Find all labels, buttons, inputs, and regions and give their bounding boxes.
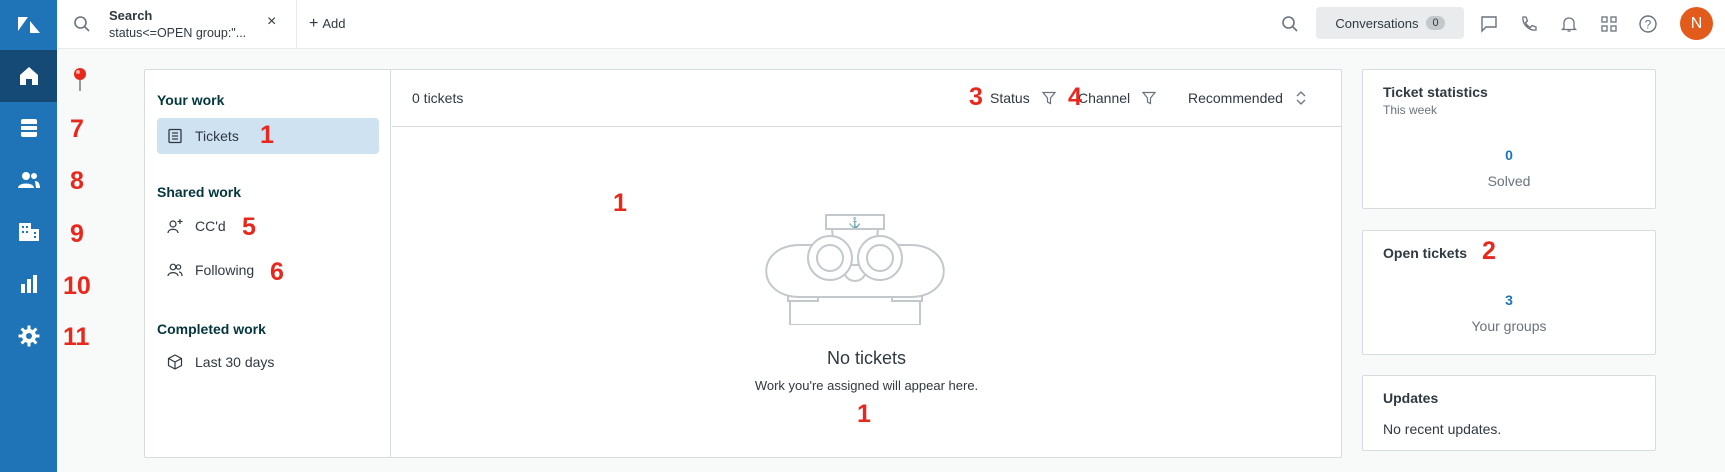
- your-work-heading: Your work: [157, 92, 225, 108]
- search-tab-title: Search: [109, 8, 153, 23]
- view-ccd-label: CC'd: [195, 218, 226, 234]
- sort-label: Recommended: [1188, 90, 1283, 106]
- open-tickets-title: Open tickets: [1383, 245, 1468, 261]
- nav-customers[interactable]: [0, 154, 57, 206]
- svg-text:?: ?: [1645, 18, 1652, 32]
- annotation-status: 3: [969, 83, 983, 111]
- nav-organizations[interactable]: [0, 206, 57, 258]
- help-button[interactable]: ?: [1637, 13, 1659, 35]
- close-icon[interactable]: ×: [267, 13, 276, 31]
- status-filter[interactable]: Status: [990, 90, 1056, 106]
- empty-state-title: No tickets: [826, 348, 907, 368]
- customers-icon: [17, 172, 40, 188]
- annotation-nav-customers: 8: [70, 167, 84, 195]
- view-tickets-label: Tickets: [195, 128, 239, 144]
- annotation-empty-state: 1: [857, 400, 871, 428]
- person-add-icon: [167, 219, 183, 234]
- help-icon: ?: [1639, 15, 1657, 33]
- ticket-statistics-card: Ticket statistics This week 0 Solved: [1362, 69, 1656, 209]
- annotation-channel: 4: [1068, 83, 1082, 111]
- annotation-nav-organizations: 9: [70, 220, 84, 248]
- empty-state-subtitle: Work you're assigned will appear here.: [754, 378, 979, 393]
- add-button[interactable]: + Add: [309, 15, 345, 33]
- ticket-list: 0 tickets Status Channel Recommended ⚓ N…: [392, 70, 1341, 457]
- completed-work-heading: Completed work: [157, 321, 266, 337]
- people-icon: [167, 263, 183, 277]
- apps-grid-icon: [1601, 16, 1617, 32]
- open-tickets-card: Open tickets 3 Your groups: [1362, 230, 1656, 355]
- left-nav: [0, 0, 57, 472]
- open-tickets-label: Your groups: [1471, 318, 1547, 334]
- updates-title: Updates: [1383, 390, 1439, 406]
- search-tab[interactable]: Search status<=OPEN group:"... ×: [57, 0, 297, 49]
- top-bar: Search status<=OPEN group:"... × + Add Co…: [57, 0, 1725, 49]
- plus-icon: +: [309, 15, 319, 32]
- phone-icon: [1522, 16, 1537, 31]
- phone-button[interactable]: [1518, 13, 1540, 35]
- add-label: Add: [322, 16, 346, 31]
- conversations-button[interactable]: Conversations 0: [1316, 7, 1464, 39]
- nav-home[interactable]: [0, 50, 57, 102]
- status-filter-label: Status: [990, 90, 1030, 106]
- nav-admin[interactable]: [0, 310, 57, 362]
- admin-gear-icon: [18, 325, 39, 347]
- channel-filter-label: Channel: [1078, 90, 1131, 106]
- nav-reporting[interactable]: [0, 258, 57, 310]
- organizations-icon: [18, 223, 39, 241]
- filter-icon: [1041, 91, 1056, 105]
- ticket-list-header: 0 tickets Status Channel Recommended: [392, 70, 1341, 127]
- annotation-tickets: 1: [260, 121, 274, 149]
- conversations-label: Conversations: [1335, 15, 1419, 31]
- view-ccd[interactable]: CC'd: [157, 208, 379, 244]
- annotation-list: 1: [613, 189, 627, 217]
- annotation-open-tickets: 2: [1482, 237, 1496, 265]
- search-icon: [1282, 16, 1298, 32]
- ticket-statistics-title: Ticket statistics: [1383, 84, 1488, 100]
- ticket-count: 0 tickets: [412, 90, 464, 106]
- conversations-count-badge: 0: [1426, 16, 1445, 30]
- global-search-button[interactable]: [1279, 13, 1301, 35]
- view-last-30-days[interactable]: Last 30 days: [157, 344, 379, 380]
- channel-filter[interactable]: Channel: [1078, 90, 1157, 106]
- chat-icon: [1481, 16, 1497, 33]
- user-avatar[interactable]: N: [1680, 7, 1713, 40]
- view-following[interactable]: Following: [157, 252, 379, 288]
- bell-icon: [1560, 17, 1578, 32]
- annotation-nav-admin: 11: [63, 323, 90, 351]
- view-last-30-label: Last 30 days: [195, 354, 275, 370]
- home-icon: [19, 67, 38, 85]
- annotation-nav-views: 7: [70, 115, 84, 143]
- ticket-statistics-period: This week: [1383, 103, 1438, 117]
- annotation-ccd: 5: [242, 213, 256, 241]
- sort-icon: [1296, 91, 1306, 105]
- shared-work-heading: Shared work: [157, 184, 242, 200]
- pin-icon[interactable]: [72, 66, 88, 97]
- annotation-nav-reporting: 10: [63, 272, 91, 300]
- notifications-button[interactable]: [1558, 13, 1580, 35]
- updates-card: Updates No recent updates.: [1362, 375, 1656, 451]
- view-following-label: Following: [195, 262, 255, 278]
- main-panel: Your work Tickets Shared work CC'd Follo…: [144, 69, 1342, 458]
- annotation-following: 6: [270, 258, 284, 286]
- search-icon: [74, 16, 90, 32]
- solved-count[interactable]: 0: [1363, 147, 1655, 163]
- svg-text:⚓: ⚓: [849, 216, 861, 229]
- open-tickets-count[interactable]: 3: [1363, 292, 1655, 308]
- sort-dropdown[interactable]: Recommended: [1188, 90, 1307, 106]
- filter-icon: [1142, 91, 1157, 105]
- reporting-icon: [20, 275, 37, 293]
- apps-button[interactable]: [1598, 13, 1620, 35]
- views-icon: [20, 119, 37, 137]
- search-tab-query: status<=OPEN group:"...: [109, 26, 247, 40]
- updates-text: No recent updates.: [1383, 421, 1502, 437]
- zendesk-logo[interactable]: [0, 0, 57, 50]
- ticket-list-icon: [168, 128, 182, 144]
- solved-label: Solved: [1487, 173, 1531, 189]
- nav-views[interactable]: [0, 102, 57, 154]
- cube-icon: [167, 354, 183, 370]
- binoculars-illustration: ⚓: [765, 214, 945, 325]
- chat-button[interactable]: [1478, 13, 1500, 35]
